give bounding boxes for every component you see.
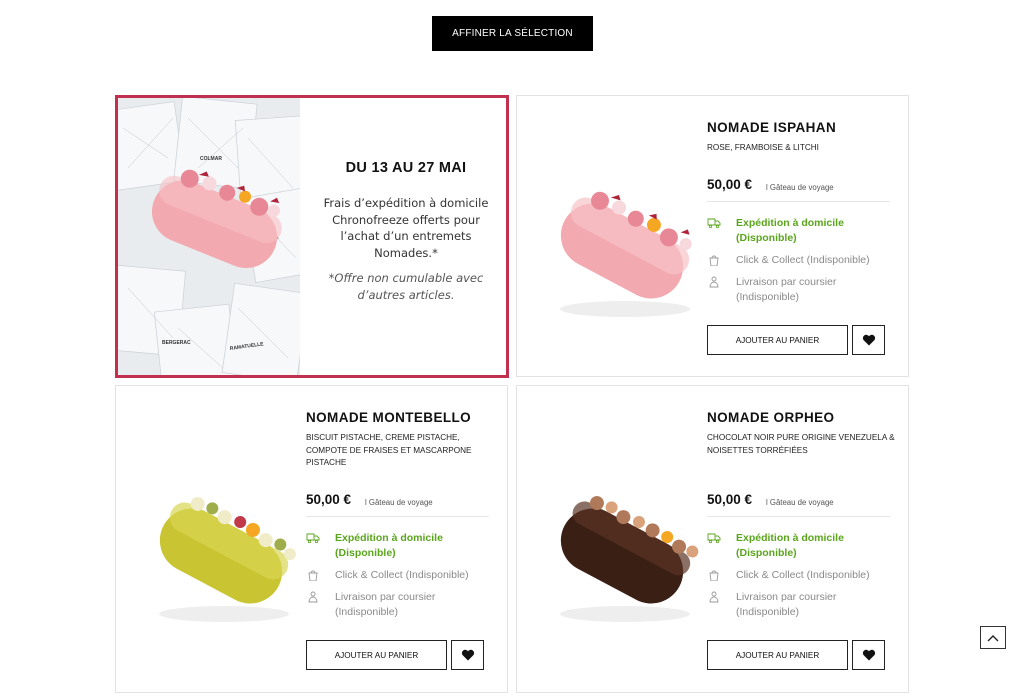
option-label: Expédition à domicile (Disponible) [736,532,844,559]
map-label-bergerac: BERGERAC [162,340,191,346]
product-card[interactable]: NOMADE ISPAHAN ROSE, FRAMBOISE & LITCHI … [516,95,909,377]
add-to-cart-button[interactable]: AJOUTER AU PANIER [707,640,848,670]
product-info: NOMADE MONTEBELLO BISCUIT PISTACHE, CREM… [306,386,496,692]
option-label: Expédition à domicile (Disponible) [335,532,443,559]
product-description: CHOCOLAT NOIR PURE ORIGINE VENEZUELA & N… [707,433,895,455]
courier-icon [308,591,318,603]
shopping-bag-icon [709,255,719,266]
refine-selection-button[interactable]: AFFINER LA SÉLECTION [432,16,593,51]
option-label: Click & Collect (Indisponible) [736,254,870,266]
add-to-cart-button[interactable]: AJOUTER AU PANIER [306,640,447,670]
option-label: Livraison par coursier (Indisponible) [736,591,837,618]
product-price: 50,00 € [707,177,753,192]
product-image-orpheo[interactable] [537,446,707,636]
promo-note: *Offre non cumulable avec d’autres artic… [328,271,484,302]
option-label: Expédition à domicile (Disponible) [736,217,844,244]
delivery-truck-icon [707,218,721,229]
promo-image: BERGERAC RAMATUELLE LA ROCHELLE COLMAR [118,98,300,375]
product-image-montebello[interactable] [136,446,306,636]
option-label: Click & Collect (Indisponible) [736,569,870,581]
product-description: ROSE, FRAMBOISE & LITCHI [707,143,819,152]
promo-title: DU 13 AU 27 MAI [345,160,467,176]
delivery-truck-icon [707,533,721,544]
courier-icon [709,276,719,288]
product-name[interactable]: NOMADE MONTEBELLO [306,410,471,425]
promo-text: DU 13 AU 27 MAI Frais d’expédition à dom… [308,98,504,375]
product-unit: l Gâteau de voyage [766,183,834,192]
option-label: Click & Collect (Indisponible) [335,569,469,581]
add-to-cart-button[interactable]: AJOUTER AU PANIER [707,325,848,355]
product-image-ispahan[interactable] [537,141,707,331]
option-label: Livraison par coursier (Indisponible) [736,276,837,303]
divider [306,516,489,517]
back-to-top-button[interactable] [980,626,1006,649]
wishlist-button[interactable] [451,640,484,670]
product-description: BISCUIT PISTACHE, CREME PISTACHE, COMPOT… [306,433,472,467]
heart-icon [862,334,875,346]
product-card[interactable]: NOMADE ORPHEO CHOCOLAT NOIR PURE ORIGINE… [516,385,909,693]
option-label: Livraison par coursier (Indisponible) [335,591,436,618]
heart-icon [461,649,474,661]
product-price: 50,00 € [707,492,753,507]
promo-card: BERGERAC RAMATUELLE LA ROCHELLE COLMAR D… [115,95,509,378]
map-label-colmar: COLMAR [200,156,222,162]
product-info: NOMADE ISPAHAN ROSE, FRAMBOISE & LITCHI … [707,96,897,376]
shopping-bag-icon [308,570,318,581]
wishlist-button[interactable] [852,325,885,355]
product-card[interactable]: NOMADE MONTEBELLO BISCUIT PISTACHE, CREM… [115,385,508,693]
delivery-truck-icon [306,533,320,544]
divider [707,201,890,202]
heart-icon [862,649,875,661]
product-info: NOMADE ORPHEO CHOCOLAT NOIR PURE ORIGINE… [707,386,897,692]
product-unit: l Gâteau de voyage [766,498,834,507]
chevron-up-icon [987,634,999,641]
promo-body: Frais d’expédition à domicile Chronofree… [323,196,489,260]
product-unit: l Gâteau de voyage [365,498,433,507]
product-name[interactable]: NOMADE ISPAHAN [707,120,836,135]
courier-icon [709,591,719,603]
product-price: 50,00 € [306,492,352,507]
shopping-bag-icon [709,570,719,581]
wishlist-button[interactable] [852,640,885,670]
promo-cake-on-maps-image: BERGERAC RAMATUELLE LA ROCHELLE COLMAR [118,98,300,375]
divider [707,516,890,517]
product-name[interactable]: NOMADE ORPHEO [707,410,834,425]
